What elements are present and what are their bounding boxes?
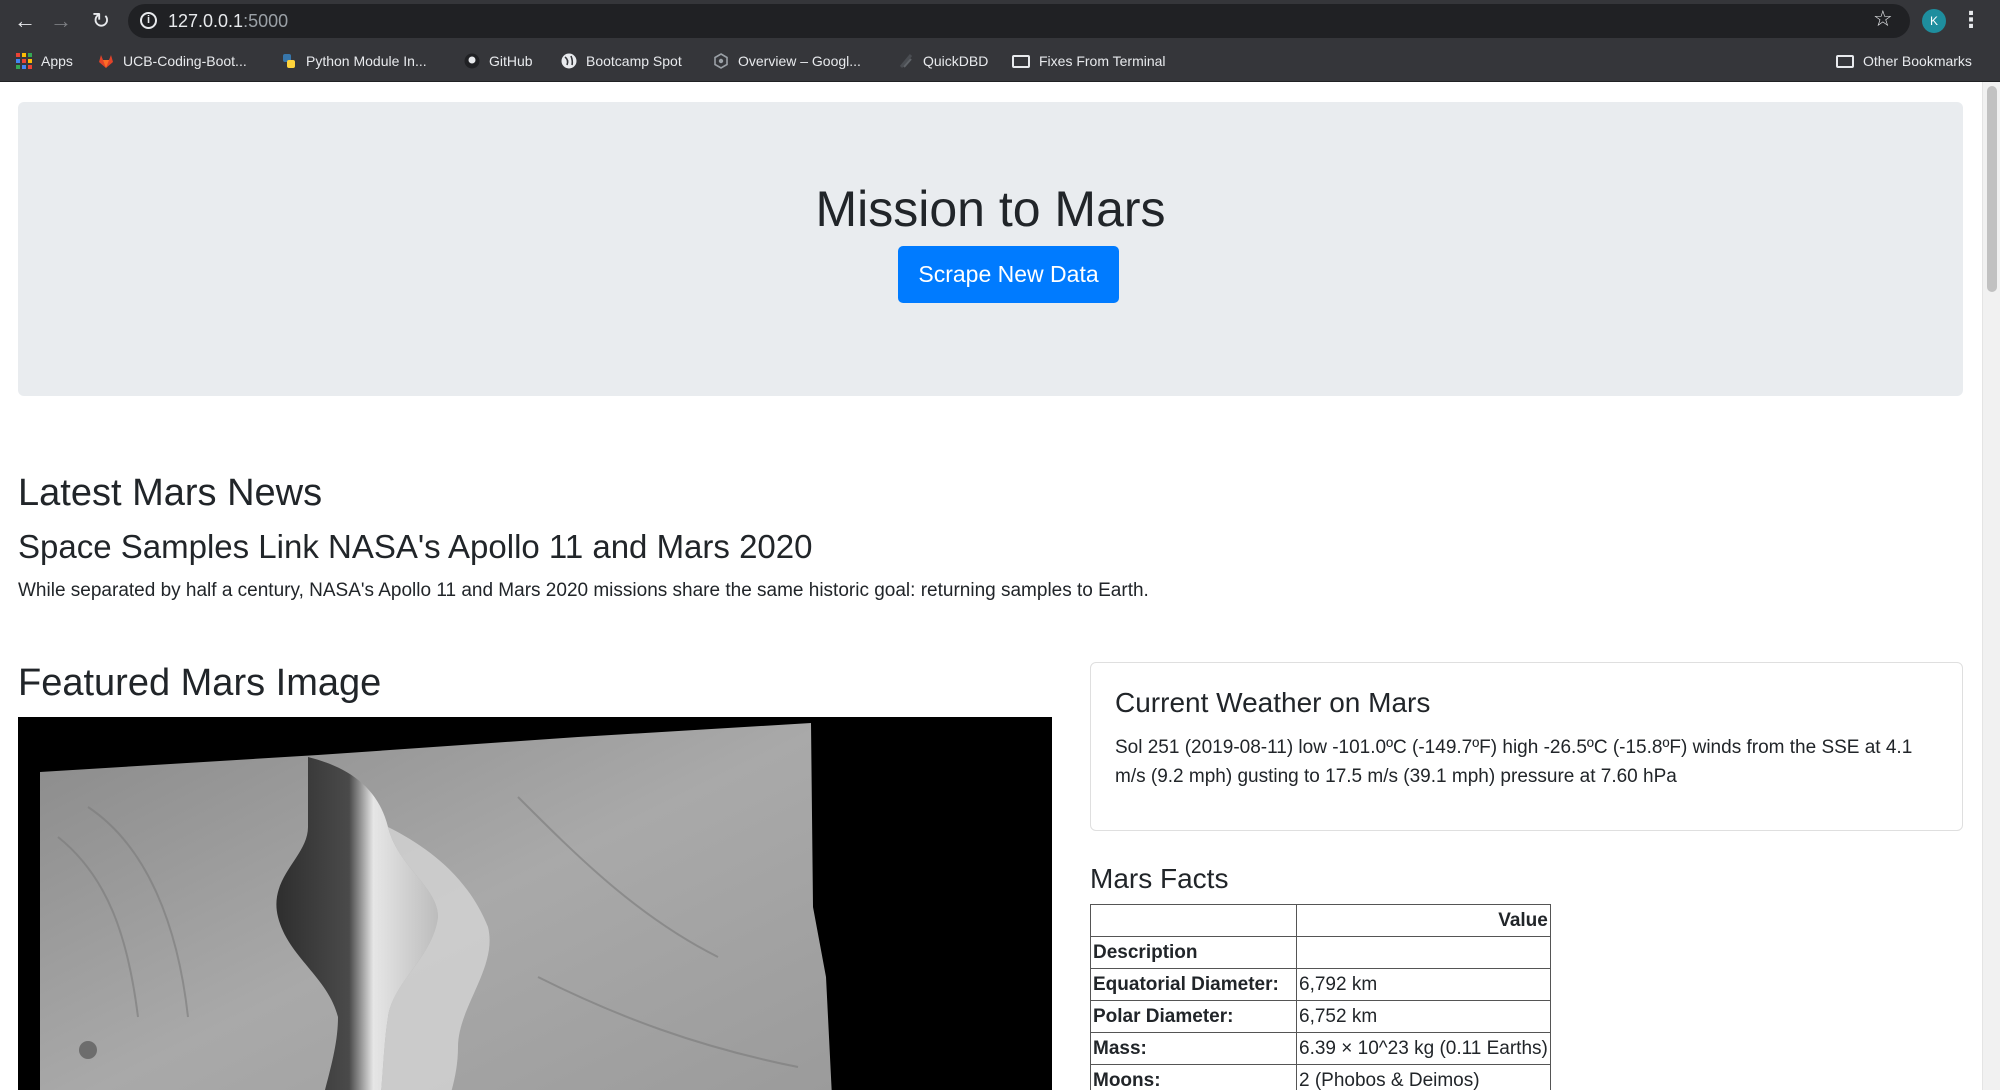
fact-label: Polar Diameter: <box>1090 1000 1297 1033</box>
python-icon <box>283 54 295 68</box>
other-bookmarks-label: Other Bookmarks <box>1863 53 1972 69</box>
fact-value: 6.39 × 10^23 kg (0.11 Earths) <box>1296 1032 1551 1065</box>
weather-heading: Current Weather on Mars <box>1115 687 1431 718</box>
table-row: Mass: 6.39 × 10^23 kg (0.11 Earths) <box>1090 1032 1551 1065</box>
info-icon[interactable]: i <box>140 12 157 29</box>
bookmark-label: Python Module In... <box>306 53 427 69</box>
url-host: 127.0.0.1 <box>168 11 244 31</box>
more-menu-icon[interactable]: ⋮ <box>1960 6 1982 34</box>
fact-label: Equatorial Diameter: <box>1090 968 1297 1001</box>
table-header-cell <box>1090 904 1297 937</box>
bookmark-label: Apps <box>41 53 73 69</box>
bookmark-label: UCB-Coding-Boot... <box>123 53 247 69</box>
page-viewport: Mission to Mars Scrape New Data Latest M… <box>0 82 1982 1090</box>
fact-value: 6,752 km <box>1296 1000 1551 1033</box>
bookmark-python-module[interactable]: Python Module In... <box>281 50 427 72</box>
table-row: Moons: 2 (Phobos & Deimos) <box>1090 1064 1551 1090</box>
news-title: Space Samples Link NASA's Apollo 11 and … <box>18 528 813 565</box>
address-bar[interactable]: i 127.0.0.1:5000 <box>128 4 1910 38</box>
page-scrollbar[interactable] <box>1982 82 2000 1090</box>
bookmark-label: Bootcamp Spot <box>586 53 682 69</box>
table-header-value: Value <box>1296 904 1551 937</box>
gitlab-icon <box>99 55 113 68</box>
folder-icon <box>1836 54 1854 68</box>
bookmark-label: QuickDBD <box>923 53 989 69</box>
quickdbd-icon <box>899 54 913 68</box>
table-index-row: Description <box>1090 936 1551 969</box>
table-index-empty <box>1296 936 1551 969</box>
forward-arrow-icon[interactable]: → <box>48 8 74 34</box>
fact-value: 2 (Phobos & Deimos) <box>1296 1064 1551 1090</box>
bookmark-label: Fixes From Terminal <box>1039 53 1166 69</box>
url-text[interactable]: 127.0.0.1:5000 <box>168 11 288 32</box>
table-index-label: Description <box>1090 936 1297 969</box>
apps-grid-icon <box>16 53 32 69</box>
hero-jumbotron: Mission to Mars Scrape New Data <box>18 102 1963 396</box>
bookmark-overview-google[interactable]: Overview – Googl... <box>713 50 861 72</box>
bookmarks-bar: Apps UCB-Coding-Boot... Python Module In… <box>0 40 2000 82</box>
table-header-row: Value <box>1090 904 1551 937</box>
reload-icon[interactable]: ↻ <box>88 8 114 34</box>
back-arrow-icon[interactable]: ← <box>12 8 38 34</box>
weather-card: Current Weather on Mars Sol 251 (2019-08… <box>1090 662 1963 831</box>
profile-avatar[interactable]: K <box>1922 9 1946 33</box>
url-port: :5000 <box>243 11 289 31</box>
github-icon <box>464 53 480 69</box>
other-bookmarks[interactable]: Other Bookmarks <box>1836 50 1972 72</box>
mars-facts-table: Value Description Equatorial Diameter: 6… <box>1090 904 1551 1090</box>
page-title: Mission to Mars <box>815 181 1166 237</box>
fact-label: Moons: <box>1090 1064 1297 1090</box>
weather-text: Sol 251 (2019-08-11) low -101.0ºC (-149.… <box>1115 737 1913 787</box>
browser-toolbar: ← → ↻ i 127.0.0.1:5000 ☆ K ⋮ <box>0 0 2000 40</box>
bookmark-apps[interactable]: Apps <box>16 50 73 72</box>
globe-icon <box>561 53 577 69</box>
fact-label: Mass: <box>1090 1032 1297 1065</box>
mars-terrain-image <box>40 723 832 1090</box>
bookmark-label: GitHub <box>489 53 533 69</box>
latest-news-heading: Latest Mars News <box>18 472 323 514</box>
folder-icon <box>1012 54 1030 68</box>
bookmark-github[interactable]: GitHub <box>464 50 533 72</box>
news-teaser: While separated by half a century, NASA'… <box>18 580 1149 601</box>
bookmark-fixes-from-terminal[interactable]: Fixes From Terminal <box>1012 50 1166 72</box>
mars-facts-heading: Mars Facts <box>1090 863 1229 894</box>
scrollbar-thumb[interactable] <box>1987 86 1997 292</box>
table-row: Equatorial Diameter: 6,792 km <box>1090 968 1551 1001</box>
featured-image-heading: Featured Mars Image <box>18 662 382 704</box>
table-row: Polar Diameter: 6,752 km <box>1090 1000 1551 1033</box>
bookmark-bootcamp-spot[interactable]: Bootcamp Spot <box>561 50 682 72</box>
bookmark-ucb-coding[interactable]: UCB-Coding-Boot... <box>98 50 247 72</box>
bookmark-star-icon[interactable]: ☆ <box>1873 6 1893 32</box>
featured-mars-image[interactable] <box>18 717 1052 1090</box>
bookmark-quickdbd[interactable]: QuickDBD <box>898 50 988 72</box>
scrape-new-data-button[interactable]: Scrape New Data <box>898 246 1119 303</box>
google-cloud-icon <box>714 53 728 69</box>
bookmark-label: Overview – Googl... <box>738 53 861 69</box>
fact-value: 6,792 km <box>1296 968 1551 1001</box>
